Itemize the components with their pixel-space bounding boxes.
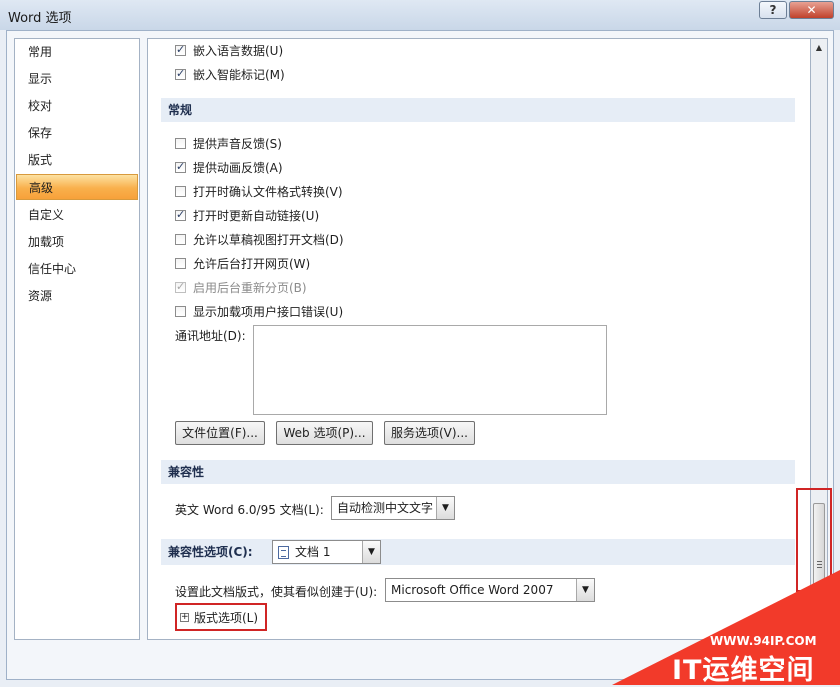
document-icon bbox=[278, 546, 289, 559]
section-compat-options-header: 兼容性选项(C): bbox=[161, 539, 795, 565]
background-repagination-option: 启用后台重新分页(B) bbox=[175, 278, 307, 296]
layout-created-in-label: 设置此文档版式，使其看似创建于(U): bbox=[175, 585, 378, 599]
sound-feedback-option[interactable]: 提供声音反馈(S) bbox=[175, 134, 282, 152]
option-label: 提供动画反馈(A) bbox=[193, 160, 283, 175]
help-button[interactable]: ? bbox=[759, 1, 787, 19]
nav-item-advanced[interactable]: 高级 bbox=[16, 174, 138, 200]
checkbox[interactable] bbox=[175, 67, 186, 80]
nav-item-trust-center[interactable]: 信任中心 bbox=[16, 256, 138, 282]
options-content: 嵌入语言数据(U) 嵌入智能标记(M) 常规 提供声音反馈(S) 提供动画反馈(… bbox=[147, 38, 811, 640]
nav-item-resources[interactable]: 资源 bbox=[16, 283, 138, 309]
web-options-button[interactable]: Web 选项(P)... bbox=[276, 421, 373, 445]
background-web-option[interactable]: 允许后台打开网页(W) bbox=[175, 254, 310, 272]
nav-item-customize[interactable]: 自定义 bbox=[16, 202, 138, 228]
checkbox[interactable] bbox=[175, 137, 186, 149]
option-label: 允许以草稿视图打开文档(D) bbox=[193, 232, 344, 247]
checkbox[interactable] bbox=[175, 160, 186, 173]
mailing-address-label: 通讯地址(D): bbox=[175, 329, 246, 343]
nav-item-save[interactable]: 保存 bbox=[16, 120, 138, 146]
option-label: 提供声音反馈(S) bbox=[193, 136, 282, 151]
option-label: 打开时确认文件格式转换(V) bbox=[193, 184, 343, 199]
confirm-format-conversion-option[interactable]: 打开时确认文件格式转换(V) bbox=[175, 182, 343, 200]
nav-item-display[interactable]: 显示 bbox=[16, 66, 138, 92]
options-nav: 常用 显示 校对 保存 版式 高级 自定义 加载项 信任中心 资源 bbox=[14, 38, 140, 640]
nav-item-proofing[interactable]: 校对 bbox=[16, 93, 138, 119]
watermark-url: WWW.94IP.COM bbox=[710, 634, 817, 648]
animation-feedback-option[interactable]: 提供动画反馈(A) bbox=[175, 158, 283, 176]
option-label: 打开时更新自动链接(U) bbox=[193, 208, 320, 223]
addin-ui-errors-option[interactable]: 显示加载项用户接口错误(U) bbox=[175, 302, 343, 320]
compat-options-label: 兼容性选项(C): bbox=[168, 545, 253, 559]
word95-documents-select[interactable]: 自动检测中文文字 ▼ bbox=[331, 496, 455, 520]
section-compatibility-header: 兼容性 bbox=[161, 460, 795, 484]
checkbox[interactable] bbox=[175, 233, 186, 245]
layout-version-select[interactable]: Microsoft Office Word 2007 ▼ bbox=[385, 578, 595, 602]
dropdown-arrow-icon[interactable]: ▼ bbox=[576, 579, 594, 601]
checkbox[interactable] bbox=[175, 208, 186, 221]
embed-language-data-option[interactable]: 嵌入语言数据(U) bbox=[175, 41, 283, 59]
select-value: Microsoft Office Word 2007 bbox=[391, 583, 554, 597]
checkbox[interactable] bbox=[175, 305, 186, 317]
section-general-header: 常规 bbox=[161, 98, 795, 122]
nav-item-layout[interactable]: 版式 bbox=[16, 147, 138, 173]
word95-documents-label: 英文 Word 6.0/95 文档(L): bbox=[175, 503, 324, 517]
select-value: 自动检测中文文字 bbox=[337, 501, 434, 515]
file-locations-button[interactable]: 文件位置(F)... bbox=[175, 421, 265, 445]
window-title: Word 选项 bbox=[8, 11, 72, 26]
compat-document-select[interactable]: 文档 1 ▼ bbox=[272, 540, 381, 564]
update-links-option[interactable]: 打开时更新自动链接(U) bbox=[175, 206, 319, 224]
title-bar: Word 选项 ? ✕ bbox=[0, 0, 840, 30]
checkbox bbox=[175, 280, 186, 293]
highlight-box-layout-options bbox=[175, 603, 267, 631]
mailing-address-input[interactable] bbox=[253, 325, 607, 415]
service-options-button[interactable]: 服务选项(V)... bbox=[384, 421, 475, 445]
option-label: 启用后台重新分页(B) bbox=[193, 280, 307, 295]
dropdown-arrow-icon[interactable]: ▼ bbox=[436, 497, 454, 519]
nav-item-addins[interactable]: 加载项 bbox=[16, 229, 138, 255]
checkbox[interactable] bbox=[175, 257, 186, 269]
dropdown-arrow-icon[interactable]: ▼ bbox=[362, 541, 380, 563]
option-label: 嵌入智能标记(M) bbox=[193, 67, 285, 82]
close-button[interactable]: ✕ bbox=[789, 1, 834, 19]
select-value: 文档 1 bbox=[295, 545, 331, 559]
checkbox[interactable] bbox=[175, 185, 186, 197]
checkbox[interactable] bbox=[175, 43, 186, 56]
embed-smart-tags-option[interactable]: 嵌入智能标记(M) bbox=[175, 65, 285, 83]
option-label: 允许后台打开网页(W) bbox=[193, 256, 311, 271]
scroll-up-arrow-icon[interactable]: ▲ bbox=[811, 39, 827, 55]
draft-view-option[interactable]: 允许以草稿视图打开文档(D) bbox=[175, 230, 344, 248]
nav-item-common[interactable]: 常用 bbox=[16, 39, 138, 65]
watermark-name: IT运维空间 bbox=[672, 655, 815, 686]
option-label: 显示加载项用户接口错误(U) bbox=[193, 304, 344, 319]
option-label: 嵌入语言数据(U) bbox=[193, 43, 284, 58]
